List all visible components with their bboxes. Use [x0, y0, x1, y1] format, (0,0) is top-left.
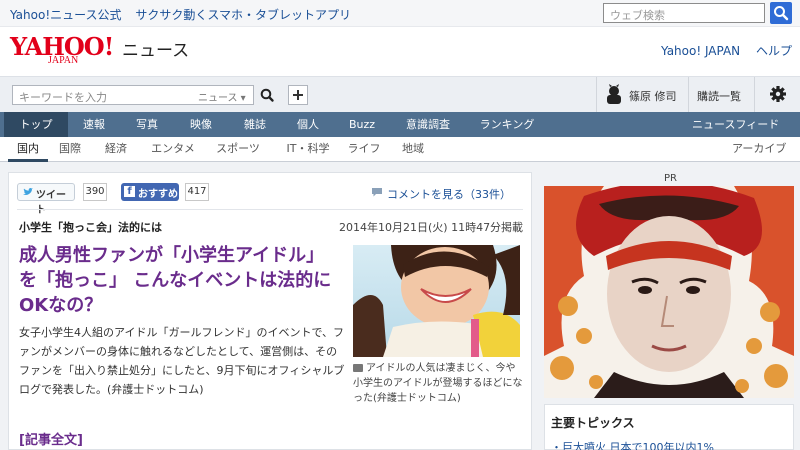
- comments-label: コメントを見る（33件）: [387, 188, 511, 201]
- user-menu[interactable]: 篠原 修司: [596, 77, 688, 112]
- article-headline[interactable]: 成人男性ファンが「小学生アイドル」を「抱っこ」 こんなイベントは法的にOKなの？: [19, 243, 339, 318]
- promo-app[interactable]: サクサク動くスマホ・タブレットアプリ: [135, 8, 351, 22]
- site-header: YAHOO! JAPAN ニュース Yahoo! JAPAN ヘルプ: [0, 28, 800, 76]
- caption-text: アイドルの人気は凄まじく、今や小学生のアイドルが登場するほどになった(弁護士ドッ…: [353, 363, 523, 404]
- nav-survey[interactable]: 意識調査: [390, 112, 466, 137]
- cat-it-science[interactable]: IT・科学: [276, 137, 340, 162]
- publish-date: 2014年10月21日(火) 11時47分掲載: [339, 221, 524, 234]
- header-links: Yahoo! JAPAN ヘルプ: [649, 42, 792, 59]
- pr-label: PR: [664, 173, 677, 184]
- tweet-count: 390: [83, 183, 107, 201]
- nav-magazines[interactable]: 雑誌: [228, 112, 282, 137]
- divider: [17, 209, 523, 210]
- photo-caption: アイドルの人気は凄まじく、今や小学生のアイドルが登場するほどになった(弁護士ドッ…: [353, 361, 525, 406]
- avatar: [605, 84, 623, 104]
- nav-top[interactable]: トップ: [4, 112, 68, 137]
- archive-link[interactable]: アーカイブ: [732, 137, 786, 162]
- cat-international[interactable]: 国際: [50, 137, 90, 162]
- subscription-list-link[interactable]: 購読一覧: [688, 77, 754, 112]
- topic-item[interactable]: ・巨大噴火 日本で100年以内1%: [551, 439, 714, 450]
- cat-economy[interactable]: 経済: [96, 137, 136, 162]
- comments-link[interactable]: コメントを見る（33件）: [372, 186, 511, 202]
- nav-individual[interactable]: 個人: [282, 112, 334, 137]
- search-icon: [260, 88, 274, 102]
- tweet-label: ツイート: [36, 190, 66, 216]
- help-link[interactable]: ヘルプ: [756, 44, 792, 58]
- web-search-input[interactable]: ウェブ検索: [603, 3, 765, 23]
- yahoo-logo[interactable]: YAHOO! JAPAN: [10, 32, 118, 66]
- gear-icon: [770, 86, 786, 102]
- top-strip: Yahoo!ニュース公式 サクサク動くスマホ・タブレットアプリ ウェブ検索: [0, 0, 800, 27]
- cat-life[interactable]: ライフ: [342, 137, 386, 162]
- article-summary: 女子小学生4人組のアイドル「ガールフレンド」のイベントで、ファンがメンバーの身体…: [19, 326, 345, 396]
- settings-button[interactable]: [754, 77, 800, 112]
- recommend-label: おすすめ: [138, 189, 178, 200]
- nav-video[interactable]: 映像: [174, 112, 228, 137]
- news-feed-link[interactable]: ニュースフィード: [692, 112, 779, 137]
- facebook-icon: f: [124, 186, 135, 197]
- app-promo[interactable]: Yahoo!ニュース公式 サクサク動くスマホ・タブレットアプリ: [10, 6, 361, 23]
- logo-subtitle: JAPAN: [48, 55, 79, 66]
- camera-icon: [353, 364, 363, 372]
- user-name: 篠原 修司: [629, 90, 677, 103]
- facebook-recommend-button[interactable]: f おすすめ: [121, 183, 179, 201]
- full-article-link[interactable]: [記事全文]: [19, 429, 83, 448]
- web-search-button[interactable]: [770, 2, 792, 24]
- search-icon: [774, 6, 789, 21]
- comment-icon: [372, 188, 382, 197]
- twitter-bird-icon: [23, 188, 33, 195]
- cat-domestic[interactable]: 国内: [8, 137, 48, 162]
- cat-sports[interactable]: スポーツ: [210, 137, 266, 162]
- nav-photos[interactable]: 写真: [120, 112, 174, 137]
- yahoo-japan-link[interactable]: Yahoo! JAPAN: [661, 44, 740, 58]
- cat-entertainment[interactable]: エンタメ: [144, 137, 202, 162]
- advertisement-banner[interactable]: [544, 186, 794, 398]
- section-title[interactable]: ニュース: [122, 36, 189, 61]
- plus-icon: [293, 90, 303, 100]
- nav-breaking[interactable]: 速報: [68, 112, 120, 137]
- topics-title: 主要トピックス: [551, 416, 635, 430]
- promo-official[interactable]: Yahoo!ニュース公式: [10, 8, 122, 22]
- article-card: ツイート 390 f おすすめ 417 コメントを見る（33件） 小学生「抱っこ…: [8, 172, 532, 450]
- keyword-search-button[interactable]: [254, 85, 280, 105]
- news-search-bar: キーワードを入力 ニュース ▾ 篠原 修司 購読一覧: [0, 76, 800, 112]
- recommend-count: 417: [185, 183, 209, 201]
- category-nav: 国内 国際 経済 エンタメ スポーツ IT・科学 ライフ 地域 アーカイブ: [0, 137, 800, 162]
- main-nav: トップ 速報 写真 映像 雑誌 個人 Buzz 意識調査 ランキング ニュースフ…: [0, 112, 800, 137]
- nav-buzz[interactable]: Buzz: [334, 112, 390, 137]
- article-kicker: 小学生「抱っこ会」法的には: [19, 221, 162, 234]
- search-scope-select[interactable]: ニュース ▾: [198, 89, 246, 104]
- main-topics: 主要トピックス ・巨大噴火 日本で100年以内1%: [544, 404, 794, 450]
- tweet-button[interactable]: ツイート: [17, 183, 75, 216]
- article-photo[interactable]: [353, 245, 520, 357]
- cat-regional[interactable]: 地域: [392, 137, 434, 162]
- add-button[interactable]: [288, 85, 308, 105]
- nav-ranking[interactable]: ランキング: [466, 112, 548, 137]
